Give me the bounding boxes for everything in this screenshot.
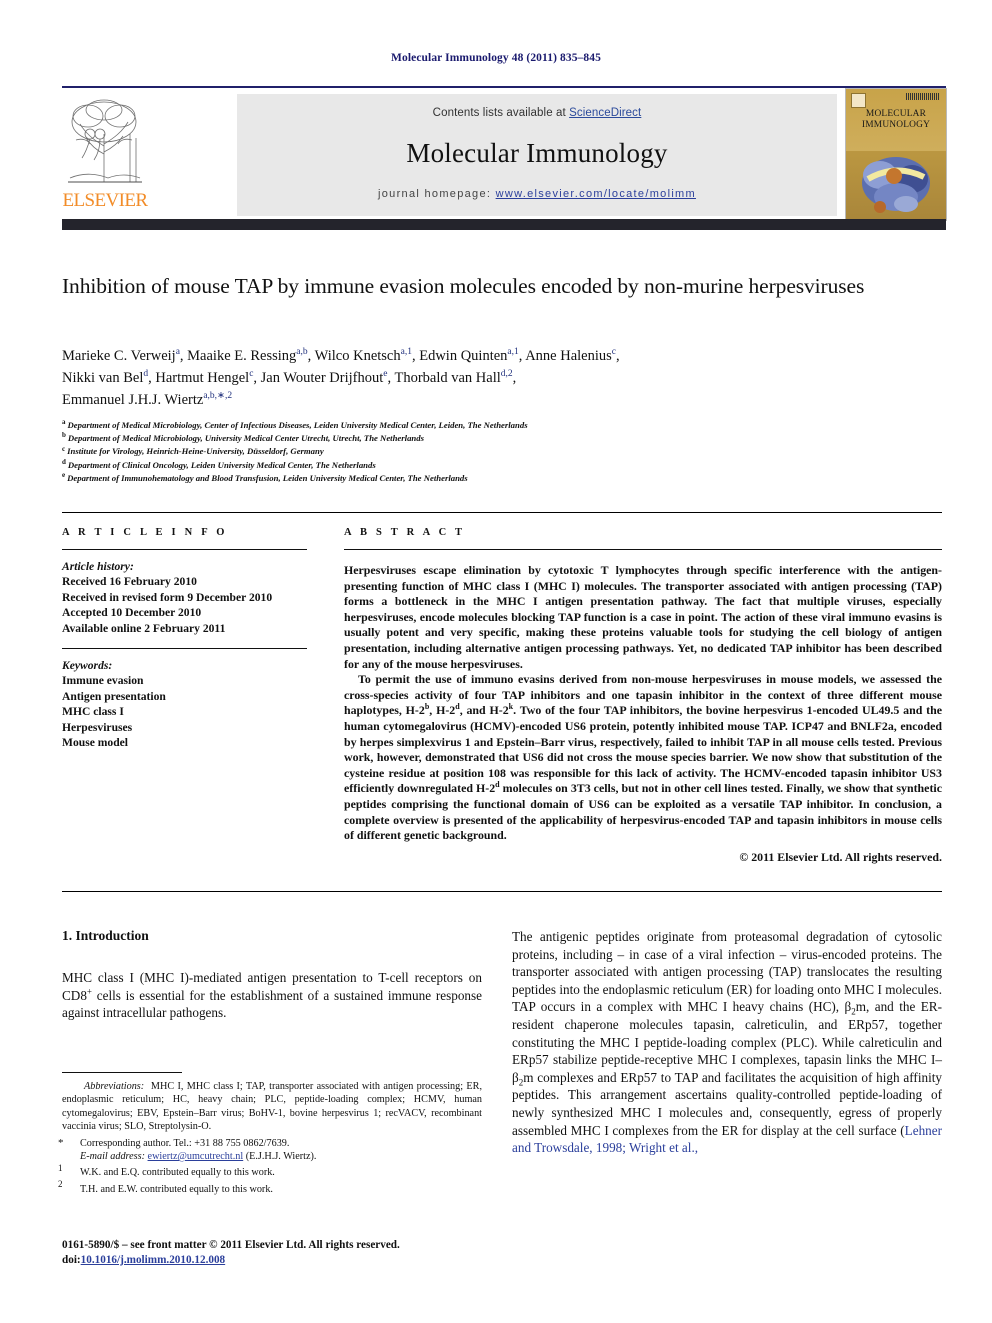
cover-journal-title: MOLECULAR IMMUNOLOGY bbox=[846, 109, 946, 131]
keyword-item: Mouse model bbox=[62, 736, 129, 750]
affiliation-item: b Department of Medical Microbiology, Uni… bbox=[62, 432, 946, 445]
footnote-1: 1 W.K. and E.Q. contributed equally to th… bbox=[58, 1163, 275, 1179]
doi-line: doi:10.1016/j.molimm.2010.12.008 bbox=[62, 1253, 492, 1268]
abstract-heading: A B S T R A C T bbox=[344, 527, 466, 538]
affiliation-text: Institute for Virology, Heinrich-Heine-U… bbox=[67, 446, 324, 457]
affiliation-text: Department of Clinical Oncology, Leiden … bbox=[67, 459, 376, 470]
journal-masthead: ELSEVIER Contents lists available at Sci… bbox=[62, 86, 947, 230]
elsevier-logo: ELSEVIER bbox=[62, 94, 148, 216]
abstract-paragraph: Herpesviruses escape elimination by cyto… bbox=[344, 563, 942, 671]
front-matter-line: 0161-5890/$ – see front matter © 2011 El… bbox=[62, 1239, 400, 1251]
affiliation-text: Department of Medical Microbiology, Univ… bbox=[67, 433, 424, 444]
affiliation-item: e Department of Immunohematology and Bloo… bbox=[62, 470, 946, 485]
article-info-heading: A R T I C L E I N F O bbox=[62, 527, 228, 538]
introduction-heading: 1. Introduction bbox=[62, 928, 149, 943]
email-owner: (E.J.H.J. Wiertz). bbox=[245, 1151, 317, 1163]
history-item: Received in revised form 9 December 2010 bbox=[62, 590, 273, 604]
affiliation-marker: a bbox=[62, 418, 66, 427]
contents-available-line: Contents lists available at ScienceDirec… bbox=[237, 107, 837, 119]
email-label: E-mail address: bbox=[80, 1151, 145, 1163]
running-head: Molecular Immunology 48 (2011) 835–845 bbox=[391, 52, 601, 64]
sciencedirect-link[interactable]: ScienceDirect bbox=[569, 107, 641, 119]
author-list: Marieke C. Verweija, Maaike E. Ressinga,… bbox=[62, 345, 946, 411]
affiliation-marker: b bbox=[62, 431, 66, 440]
introduction-text-left: MHC class I (MHC I)-mediated antigen pre… bbox=[62, 969, 482, 1022]
abstract-column: A B S T R A C T Herpesviruses escape eli… bbox=[344, 527, 942, 865]
page-footer: 0161-5890/$ – see front matter © 2011 El… bbox=[62, 1238, 492, 1268]
cover-elsevier-badge-icon bbox=[851, 93, 866, 108]
keyword-item: Immune evasion bbox=[62, 674, 144, 688]
affiliation-marker: c bbox=[62, 444, 66, 453]
cover-protein-structure-icon bbox=[862, 157, 930, 213]
history-item: Available online 2 February 2011 bbox=[62, 621, 226, 635]
journal-band: Contents lists available at ScienceDirec… bbox=[237, 94, 837, 216]
article-info-heading-rule bbox=[62, 549, 307, 550]
affiliation-item: c Institute for Virology, Heinrich-Heine-… bbox=[62, 445, 946, 458]
affiliation-text: Department of Immunohematology and Blood… bbox=[67, 472, 468, 483]
affiliation-list: a Department of Medical Microbiology, Cen… bbox=[62, 419, 946, 485]
contents-prefix: Contents lists available at bbox=[432, 107, 570, 119]
journal-cover-thumbnail: MOLECULAR IMMUNOLOGY bbox=[845, 88, 947, 221]
affiliation-item: d Department of Clinical Oncology, Leiden… bbox=[62, 457, 946, 472]
email-link[interactable]: ewiertz@umcutrecht.nl bbox=[148, 1151, 244, 1162]
info-band-bottom-rule bbox=[62, 891, 942, 892]
abbreviations-label: Abbreviations: bbox=[84, 1081, 145, 1092]
footnote-2-text: T.H. and E.W. contributed equally to thi… bbox=[80, 1183, 273, 1195]
masthead-top-rule bbox=[62, 86, 946, 88]
keyword-item: Herpesviruses bbox=[62, 720, 133, 734]
journal-homepage-link[interactable]: www.elsevier.com/locate/molimm bbox=[496, 188, 696, 200]
body-left-column: 1. Introduction MHC class I (MHC I)-medi… bbox=[62, 928, 482, 1022]
elsevier-wordmark: ELSEVIER bbox=[62, 190, 149, 211]
author-line-1: Marieke C. Verweija, Maaike E. Ressinga,… bbox=[62, 347, 620, 364]
article-title: Inhibition of mouse TAP by immune evasio… bbox=[62, 274, 865, 298]
corresponding-author-note: * Corresponding author. Tel.: +31 88 755 … bbox=[58, 1136, 317, 1163]
author-line-2: Nikki van Beld, Hartmut Hengelc, Jan Wou… bbox=[62, 369, 517, 386]
article-history-block: Article history: Received 16 February 20… bbox=[62, 559, 307, 636]
footnote-block: Abbreviations: MHC I, MHC class I; TAP, … bbox=[58, 1080, 482, 1196]
article-history-label: Article history: bbox=[62, 560, 134, 573]
cover-barcode-icon bbox=[906, 93, 940, 100]
cover-title-line-2: IMMUNOLOGY bbox=[861, 120, 931, 130]
keywords-label: Keywords: bbox=[62, 659, 113, 673]
footnote-2: 2 T.H. and E.W. contributed equally to th… bbox=[58, 1179, 273, 1195]
keywords-block: Keywords: Immune evasion Antigen present… bbox=[62, 658, 307, 750]
journal-homepage-line: journal homepage: www.elsevier.com/locat… bbox=[237, 188, 837, 200]
paper-page: Molecular Immunology 48 (2011) 835–845 E… bbox=[0, 0, 992, 1323]
cover-title-line-1: MOLECULAR bbox=[865, 109, 927, 119]
doi-link[interactable]: 10.1016/j.molimm.2010.12.008 bbox=[81, 1254, 226, 1266]
corresponding-author-text: Corresponding author. Tel.: +31 88 755 0… bbox=[80, 1137, 290, 1149]
history-item: Accepted 10 December 2010 bbox=[62, 606, 202, 620]
footnote-1-text: W.K. and E.Q. contributed equally to thi… bbox=[80, 1167, 275, 1179]
affiliation-item: a Department of Medical Microbiology, Cen… bbox=[62, 419, 946, 432]
body-right-column: The antigenic peptides originate from pr… bbox=[512, 928, 942, 1157]
abstract-paragraph: To permit the use of immuno evasins deri… bbox=[344, 672, 943, 843]
info-band-top-rule bbox=[62, 512, 942, 513]
affiliation-marker: e bbox=[62, 470, 66, 479]
introduction-text-right: The antigenic peptides originate from pr… bbox=[512, 928, 942, 1157]
keyword-item: MHC class I bbox=[62, 705, 124, 719]
homepage-prefix: journal homepage: bbox=[378, 188, 492, 200]
author-line-3: Emmanuel J.H.J. Wiertza,b,∗,2 bbox=[62, 391, 233, 408]
affiliation-marker: d bbox=[62, 457, 66, 466]
article-info-column: A R T I C L E I N F O Article history: R… bbox=[62, 527, 307, 750]
journal-title: Molecular Immunology bbox=[406, 138, 668, 168]
history-item: Received 16 February 2010 bbox=[62, 575, 197, 589]
keywords-separator-rule bbox=[62, 648, 307, 650]
footnote-separator-rule bbox=[62, 1072, 182, 1073]
elsevier-tree-icon bbox=[64, 94, 146, 186]
abstract-copyright: © 2011 Elsevier Ltd. All rights reserved… bbox=[739, 849, 942, 864]
keyword-item: Antigen presentation bbox=[62, 689, 166, 703]
body-paragraph: MHC class I (MHC I)-mediated antigen pre… bbox=[62, 970, 482, 1021]
abbreviations-note: Abbreviations: MHC I, MHC class I; TAP, … bbox=[62, 1080, 482, 1134]
masthead-bottom-bar bbox=[62, 219, 946, 230]
abstract-heading-rule bbox=[344, 549, 942, 550]
body-paragraph: The antigenic peptides originate from pr… bbox=[512, 929, 942, 1156]
doi-prefix: doi: bbox=[62, 1253, 81, 1266]
affiliation-text: Department of Medical Microbiology, Cent… bbox=[67, 420, 528, 430]
abstract-body: Herpesviruses escape elimination by cyto… bbox=[344, 563, 942, 844]
